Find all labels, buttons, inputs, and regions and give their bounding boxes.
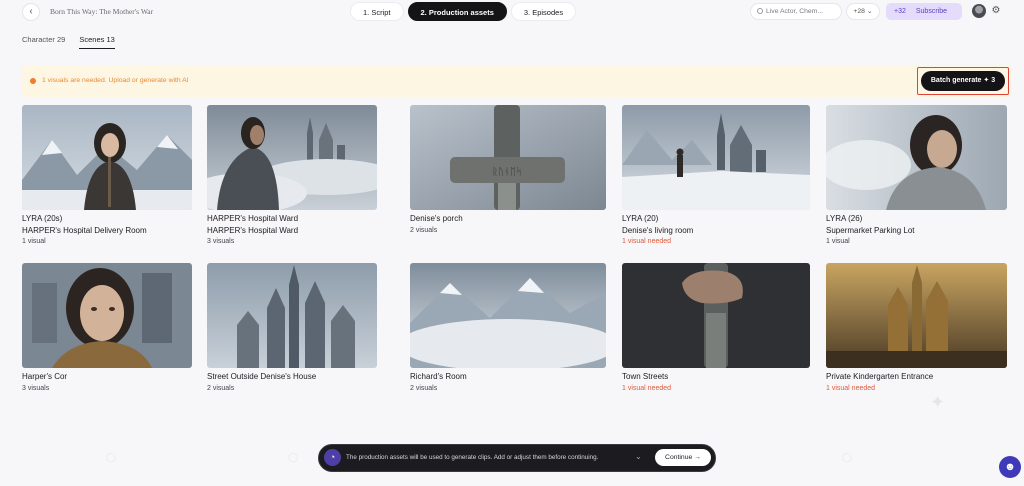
- loading-icon: [757, 8, 763, 14]
- scene-thumbnail[interactable]: ᚱᚢᚾᛖᛋ: [410, 105, 606, 210]
- step-episodes[interactable]: 3. Episodes: [510, 2, 577, 21]
- scene-visual-count: 2 visuals: [207, 384, 235, 392]
- scene-card[interactable]: HARPER's Hospital Ward HARPER's Hospital…: [207, 105, 377, 247]
- scene-card[interactable]: LYRA (20) Denise's living room 1 visual …: [622, 105, 810, 247]
- hand-sword-hilt-icon: [622, 263, 810, 368]
- sparkle-icon: ◯: [106, 452, 117, 462]
- settings-icon[interactable]: ⚙: [989, 4, 1003, 18]
- credits-value: +28: [853, 8, 865, 15]
- scene-card[interactable]: Private Kindergarten Entrance 1 visual n…: [826, 263, 1007, 394]
- scene-visual-count: 1 visual needed: [826, 384, 876, 392]
- scene-visual-count: 1 visual needed: [622, 238, 672, 245]
- sparkle-icon: ◯: [288, 452, 299, 462]
- snowy-peaks-icon: [410, 263, 606, 368]
- back-button[interactable]: ‹: [22, 3, 40, 21]
- help-assistant-button[interactable]: ☻: [999, 456, 1021, 478]
- scene-thumbnail[interactable]: [622, 105, 810, 210]
- golden-castle-icon: [826, 263, 1007, 368]
- subscribe-label: Subscribe: [915, 8, 948, 15]
- scene-title: Town Streets: [622, 372, 669, 381]
- scene-title: Private Kindergarten Entrance: [826, 372, 934, 381]
- scene-card[interactable]: Town Streets 1 visual needed: [622, 263, 810, 394]
- avatar[interactable]: [972, 4, 986, 18]
- woman-castle-clouds-icon: [207, 105, 377, 210]
- scene-title: Richard's Room: [410, 372, 467, 381]
- scene-thumbnail[interactable]: [22, 263, 192, 368]
- assistant-face-icon: ☻: [1004, 461, 1016, 473]
- visuals-notice: 1 visuals are needed. Upload or generate…: [22, 65, 1012, 97]
- scene-visual-count: 2 visuals: [410, 226, 438, 234]
- credits-badge[interactable]: +28 ⌄: [846, 3, 880, 20]
- scene-title: Denise's porch: [410, 214, 463, 223]
- tab-scenes[interactable]: Scenes 13: [79, 35, 115, 49]
- scene-thumbnail[interactable]: [622, 263, 810, 368]
- tab-character[interactable]: Character 29: [22, 35, 65, 49]
- scene-visual-count: 2 visuals: [410, 384, 438, 392]
- continue-button[interactable]: Continue →: [655, 449, 711, 466]
- continue-bar: ◔ The production assets will be used to …: [318, 444, 716, 472]
- scene-title: LYRA (26): [826, 214, 863, 223]
- scene-subtitle: Supermarket Parking Lot: [826, 225, 915, 235]
- chevron-left-icon: ‹: [29, 6, 33, 17]
- model-select-label: Live Actor, Chem...: [766, 8, 824, 15]
- scene-card[interactable]: ᚱᚢᚾᛖᛋ Denise's porch 2 visuals: [410, 105, 606, 236]
- model-select[interactable]: Live Actor, Chem...: [750, 3, 842, 20]
- girl-portrait-icon: [22, 263, 192, 368]
- project-title: Born This Way: The Mother's War: [50, 7, 154, 16]
- scene-thumbnail[interactable]: [22, 105, 192, 210]
- scene-title: HARPER's Hospital Ward: [207, 214, 299, 223]
- plan-credits: +32: [894, 8, 906, 15]
- scene-thumbnail[interactable]: [207, 263, 377, 368]
- continue-bar-text: The production assets will be used to ge…: [346, 454, 599, 461]
- sparkle-icon: ✦: [930, 392, 946, 412]
- scene-card[interactable]: Harper's Cor 3 visuals: [22, 263, 192, 394]
- scene-title: Street Outside Denise's House: [207, 372, 317, 381]
- chevron-down-icon[interactable]: ⌄: [635, 452, 642, 461]
- figure-snow-castle-icon: [622, 105, 810, 210]
- top-bar: ‹ Born This Way: The Mother's War 1. Scr…: [0, 0, 1024, 24]
- scene-visual-count: 3 visuals: [207, 238, 235, 245]
- scene-subtitle: HARPER's Hospital Delivery Room: [22, 225, 147, 235]
- scene-card[interactable]: LYRA (26) Supermarket Parking Lot 1 visu…: [826, 105, 1007, 247]
- scene-visual-count: 1 visual: [826, 238, 850, 245]
- step-script[interactable]: 1. Script: [350, 2, 404, 21]
- scene-thumbnail[interactable]: [826, 263, 1007, 368]
- assistant-icon: ◔: [324, 449, 341, 466]
- batch-generate-button[interactable]: Batch generate ✦ 3: [921, 71, 1005, 91]
- runic-sword-hilt-icon: ᚱᚢᚾᛖᛋ: [410, 105, 606, 210]
- step-production-assets[interactable]: 2. Production assets: [407, 2, 507, 21]
- step-tabs: 1. Script 2. Production assets 3. Episod…: [350, 2, 577, 21]
- scene-thumbnail[interactable]: [207, 105, 377, 210]
- scene-title: LYRA (20): [622, 214, 659, 223]
- user-controls: ⚙: [972, 4, 1003, 18]
- scene-title: LYRA (20s): [22, 214, 63, 223]
- woman-blizzard-icon: [826, 105, 1007, 210]
- scene-card[interactable]: Richard's Room 2 visuals: [410, 263, 606, 394]
- svg-text:ᚱᚢᚾᛖᛋ: ᚱᚢᚾᛖᛋ: [492, 166, 522, 178]
- scene-visual-count: 1 visual needed: [622, 384, 672, 392]
- scene-subtitle: Denise's living room: [622, 225, 694, 235]
- scene-subtitle: HARPER's Hospital Ward: [207, 225, 299, 235]
- chevron-down-icon: ⌄: [866, 8, 873, 15]
- scene-visual-count: 1 visual: [22, 238, 46, 245]
- scene-thumbnail[interactable]: [410, 263, 606, 368]
- asset-tabs: Character 29 Scenes 13: [22, 35, 115, 49]
- gothic-castle-icon: [207, 263, 377, 368]
- scene-card[interactable]: Street Outside Denise's House 2 visuals: [207, 263, 377, 394]
- batch-generate-highlight: Batch generate ✦ 3: [917, 67, 1009, 95]
- warning-icon: [30, 78, 36, 84]
- girl-sword-mountain-icon: [22, 105, 192, 210]
- scene-card[interactable]: LYRA (20s) HARPER's Hospital Delivery Ro…: [22, 105, 192, 247]
- sparkle-icon: ◯: [842, 452, 853, 462]
- notice-text: 1 visuals are needed. Upload or generate…: [42, 77, 189, 84]
- scene-title: Harper's Cor: [22, 372, 68, 381]
- scene-thumbnail[interactable]: [826, 105, 1007, 210]
- scene-visual-count: 3 visuals: [22, 384, 50, 392]
- subscribe-button[interactable]: +32 Subscribe: [886, 3, 962, 20]
